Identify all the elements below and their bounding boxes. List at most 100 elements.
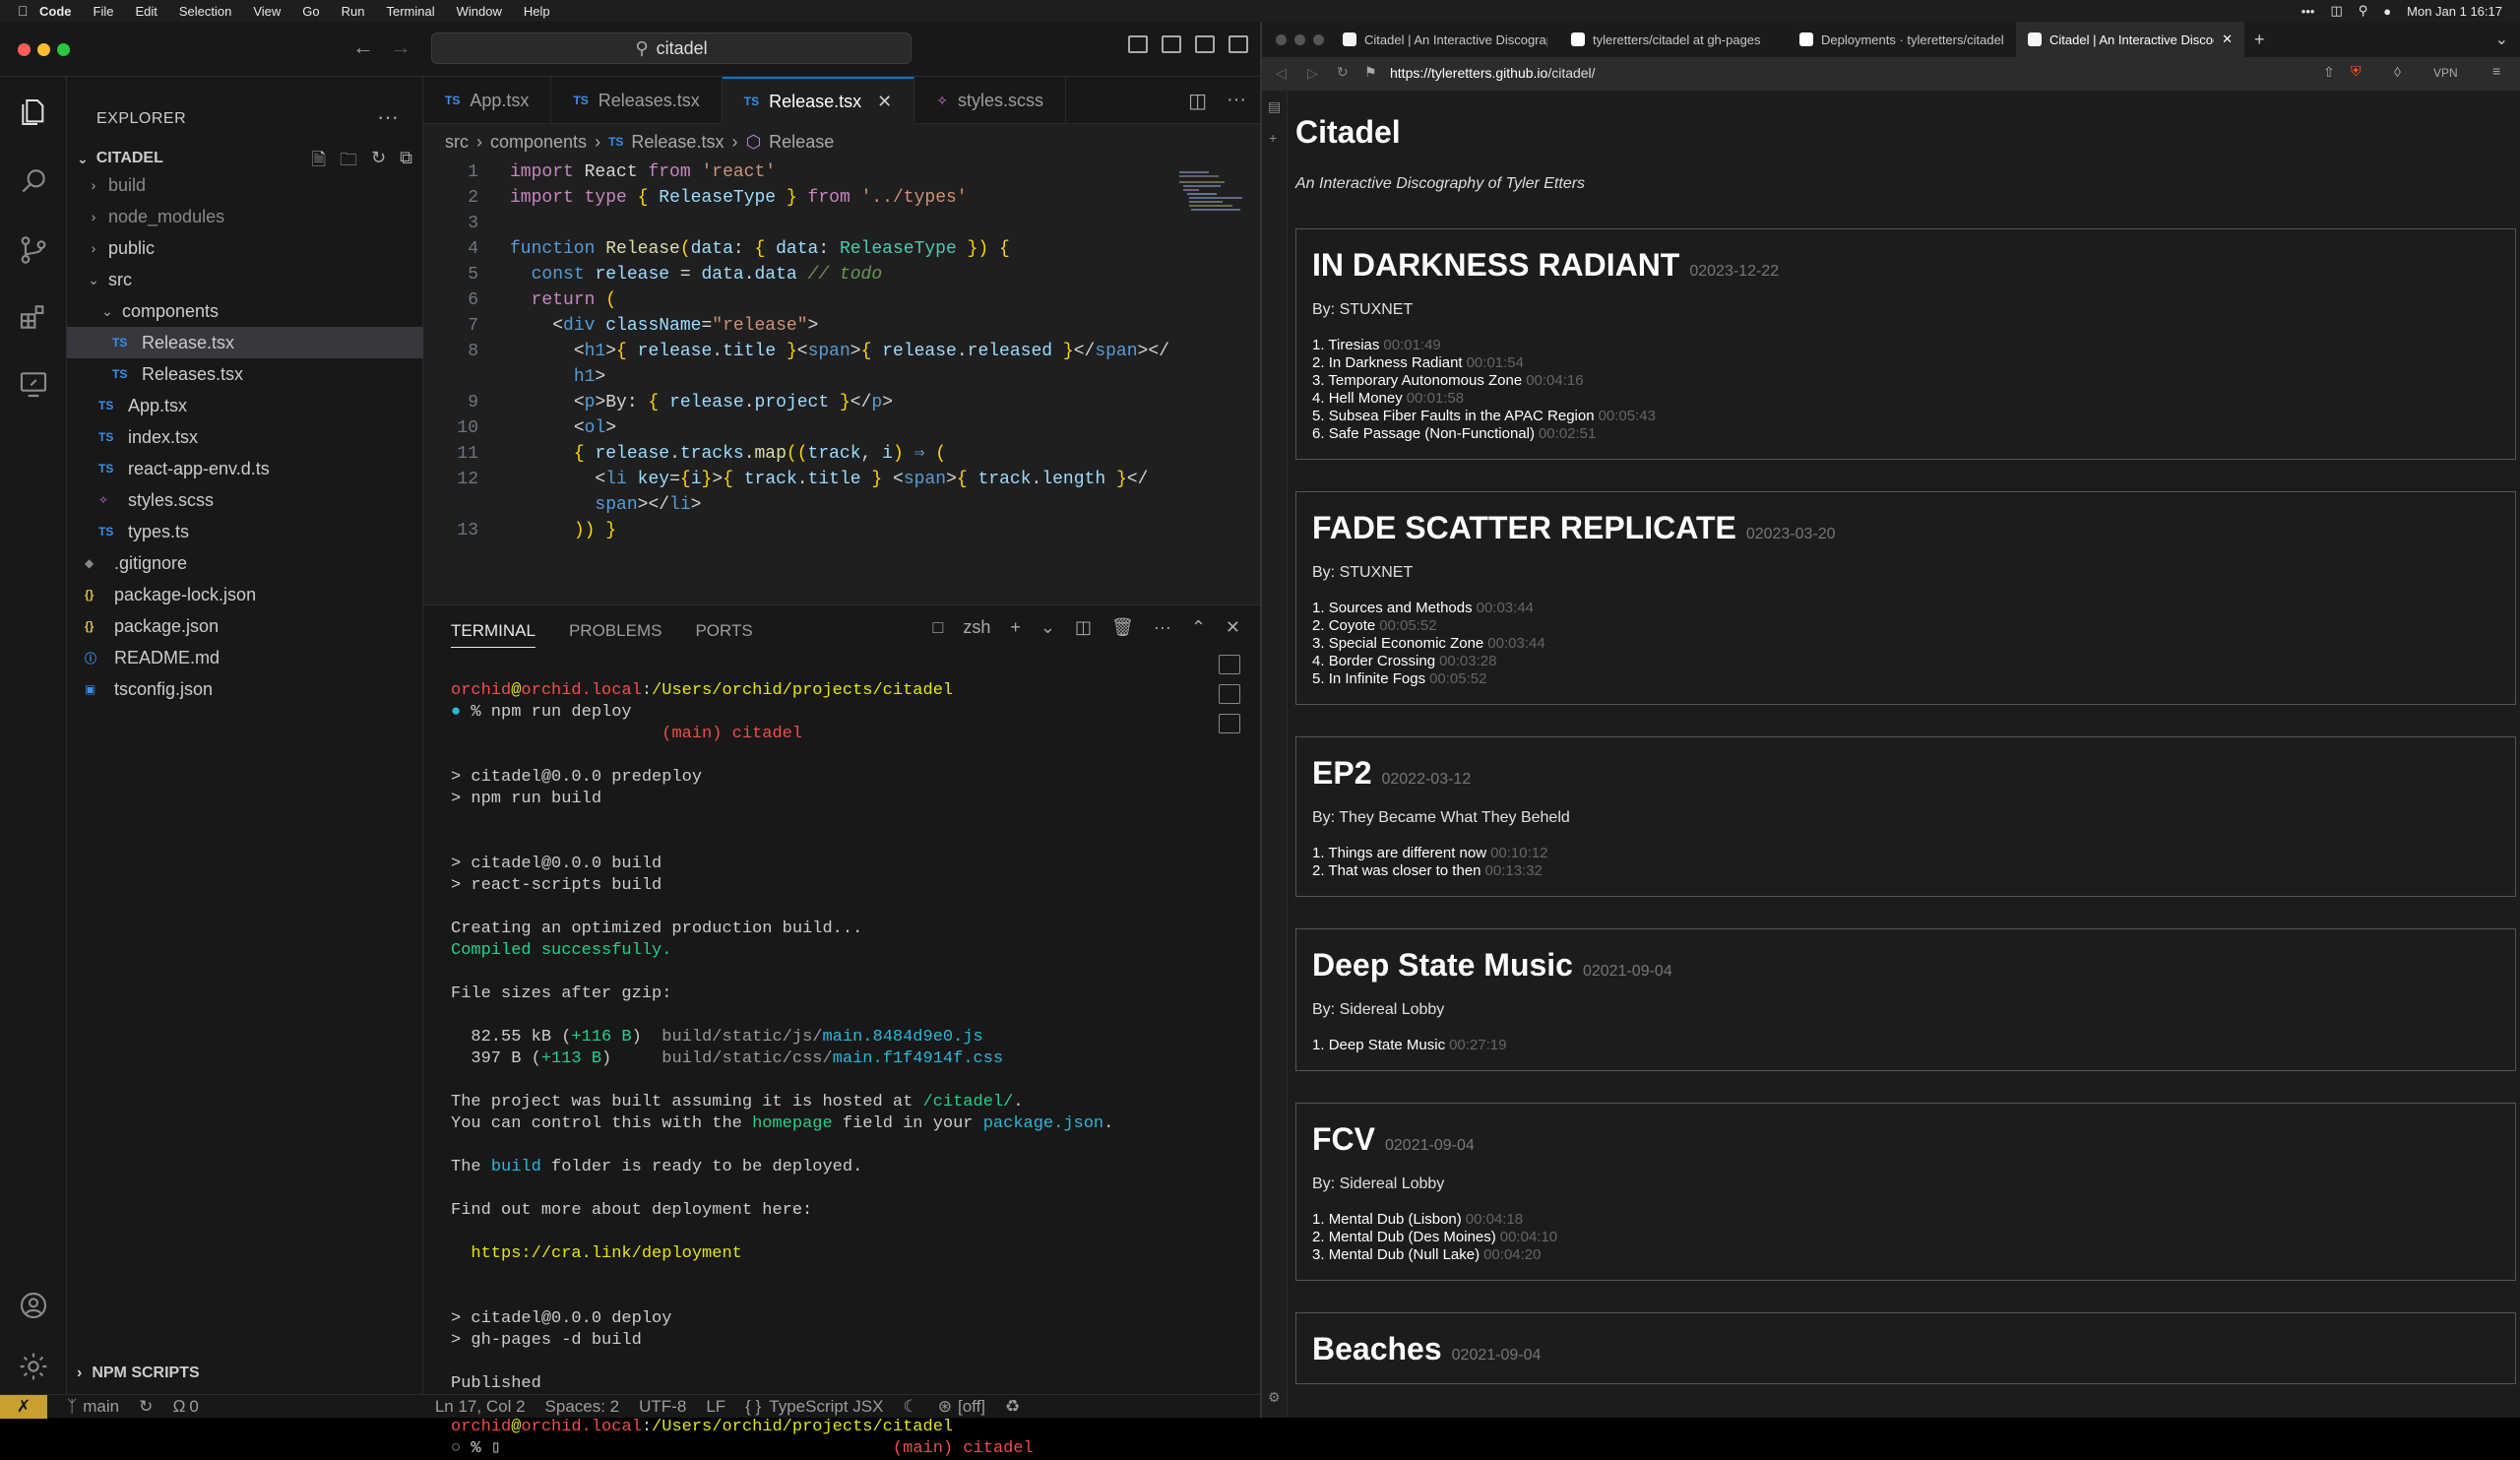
trash-icon[interactable]: 🗑 [1111,617,1134,638]
file-tree-item[interactable]: ⓘ README.md [67,642,423,673]
cursor-position[interactable]: Ln 17, Col 2 [435,1397,526,1417]
split-terminal-icon[interactable]: ◫ [1075,617,1092,638]
file-tree-item[interactable]: ⌄ components [67,295,423,327]
close-window-button[interactable] [18,43,31,56]
menubar-clock[interactable]: Mon Jan 1 16:17 [2407,4,2502,19]
language-mode[interactable]: TypeScript JSX [769,1397,883,1417]
minimize-window-button[interactable] [37,43,50,56]
settings-icon[interactable]: ⚙ [1268,1389,1281,1406]
bookmark-icon[interactable]: ⚑ [1364,64,1377,81]
tab-ports[interactable]: PORTS [695,621,752,648]
url-field[interactable]: https://tyleretters.github.io/citadel/ [1390,65,1596,81]
file-tree-item[interactable]: TS Release.tsx [67,327,423,358]
customize-layout-icon[interactable] [1228,35,1248,53]
sidebar-icon[interactable]: ▤ [1268,98,1281,115]
copilot-status[interactable]: [off] [958,1397,985,1417]
apple-icon[interactable]:  [18,3,39,19]
reload-icon[interactable]: ↻ [1337,64,1349,81]
zoom-window-button[interactable] [57,43,70,56]
browser-tab[interactable]: tyleretters/citadel at gh-pages [1559,22,1788,57]
search-icon[interactable]: ⚲ [2359,3,2368,19]
brave-shield-icon[interactable]: ⛨ [2351,63,2362,80]
zoom-window-button[interactable] [1313,33,1324,45]
toggle-sidebar-icon[interactable] [1128,35,1148,53]
line-ending[interactable]: LF [706,1397,725,1417]
minimize-window-button[interactable] [1294,33,1305,45]
source-control-icon[interactable] [18,234,49,266]
editor-tab[interactable]: TS Releases.tsx [551,77,723,124]
browser-tab[interactable]: Citadel | An Interactive Discography ✕ [2016,22,2244,57]
file-tree-item[interactable]: TS react-app-env.d.ts [67,453,423,484]
menu-terminal[interactable]: Terminal [387,4,435,19]
breadcrumb-item[interactable]: Release [769,132,834,153]
forward-icon[interactable]: ▷ [1307,65,1318,82]
browser-tab[interactable]: Citadel | An Interactive Discography [1331,22,1559,57]
more-icon[interactable]: ··· [1154,617,1171,638]
menu-app[interactable]: Code [39,4,72,19]
file-tree-item[interactable]: ◆ .gitignore [67,547,423,579]
editor-tab[interactable]: TS Release.tsx ✕ [722,77,915,124]
breadcrumb-item[interactable]: Release.tsx [631,132,724,153]
menu-file[interactable]: File [94,4,114,19]
indentation[interactable]: Spaces: 2 [545,1397,620,1417]
editor-tab[interactable]: TS App.tsx [423,77,552,124]
editor-tab[interactable]: ✧ styles.scss [914,77,1066,124]
terminal-output[interactable]: orchid@orchid.local:/Users/orchid/projec… [451,680,1199,1460]
menu-run[interactable]: Run [342,4,365,19]
new-terminal-icon[interactable]: + [1010,617,1021,638]
account-icon[interactable] [18,1290,49,1321]
tab-problems[interactable]: PROBLEMS [569,621,662,648]
file-tree-item[interactable]: › public [67,232,423,264]
terminal-instance-icon[interactable] [1219,684,1240,704]
shell-name[interactable]: zsh [963,617,990,638]
explorer-more-icon[interactable]: ··· [377,104,399,130]
breadcrumb-item[interactable]: src [445,132,469,153]
vpn-button[interactable]: VPN [2433,66,2458,80]
extensions-icon[interactable]: ◊ [2394,64,2401,80]
menu-help[interactable]: Help [524,4,550,19]
menu-go[interactable]: Go [302,4,319,19]
split-editor-icon[interactable]: ◫ [1188,89,1207,113]
back-icon[interactable]: ◁ [1276,65,1287,82]
menu-selection[interactable]: Selection [179,4,231,19]
terminal-instance-icon[interactable] [1219,655,1240,674]
file-tree-item[interactable]: {} package-lock.json [67,579,423,610]
terminal-instance-icon[interactable] [1219,714,1240,733]
sync-icon[interactable]: ↻ [139,1397,153,1417]
chevron-down-icon[interactable]: ⌄ [1040,617,1055,638]
menu-icon[interactable]: ≡ [2492,63,2500,79]
file-tree-item[interactable]: TS index.tsx [67,421,423,453]
back-arrow-icon[interactable]: ← [352,34,374,60]
close-window-button[interactable] [1276,33,1287,45]
problems-count[interactable]: 0 [189,1397,198,1417]
menu-window[interactable]: Window [457,4,502,19]
toggle-secondary-sidebar-icon[interactable] [1195,35,1215,53]
file-tree-item[interactable]: › build [67,169,423,201]
search-icon[interactable] [18,165,49,197]
close-panel-icon[interactable]: ✕ [1226,617,1240,638]
encoding[interactable]: UTF-8 [639,1397,686,1417]
project-section-header[interactable]: ⌄ CITADEL [77,150,163,167]
browser-tab[interactable]: Deployments · tyleretters/citadel [1788,22,2016,57]
add-icon[interactable]: + [1269,130,1277,146]
minimap[interactable] [1179,169,1248,219]
control-center-icon[interactable]: ◫ [2330,3,2342,19]
menu-view[interactable]: View [253,4,281,19]
close-tab-icon[interactable]: ✕ [2222,32,2233,47]
npm-scripts-section[interactable]: › NPM SCRIPTS [77,1365,200,1382]
share-icon[interactable]: ⇧ [2323,64,2335,81]
file-tree-item[interactable]: › node_modules [67,201,423,232]
breadcrumb-item[interactable]: components [490,132,587,153]
file-tree-item[interactable]: ⌄ src [67,264,423,295]
menu-edit[interactable]: Edit [135,4,157,19]
extensions-icon[interactable] [18,301,49,333]
editor-more-icon[interactable]: ··· [1227,89,1246,113]
toggle-panel-icon[interactable] [1162,35,1181,53]
more-icon[interactable]: ••• [2301,4,2315,19]
explorer-icon[interactable] [18,96,49,128]
tab-list-icon[interactable]: ⌄ [2495,30,2508,49]
file-tree-item[interactable]: TS App.tsx [67,390,423,421]
file-tree-item[interactable]: {} package.json [67,610,423,642]
new-tab-icon[interactable]: + [2254,30,2265,50]
forward-arrow-icon[interactable]: → [390,34,411,60]
